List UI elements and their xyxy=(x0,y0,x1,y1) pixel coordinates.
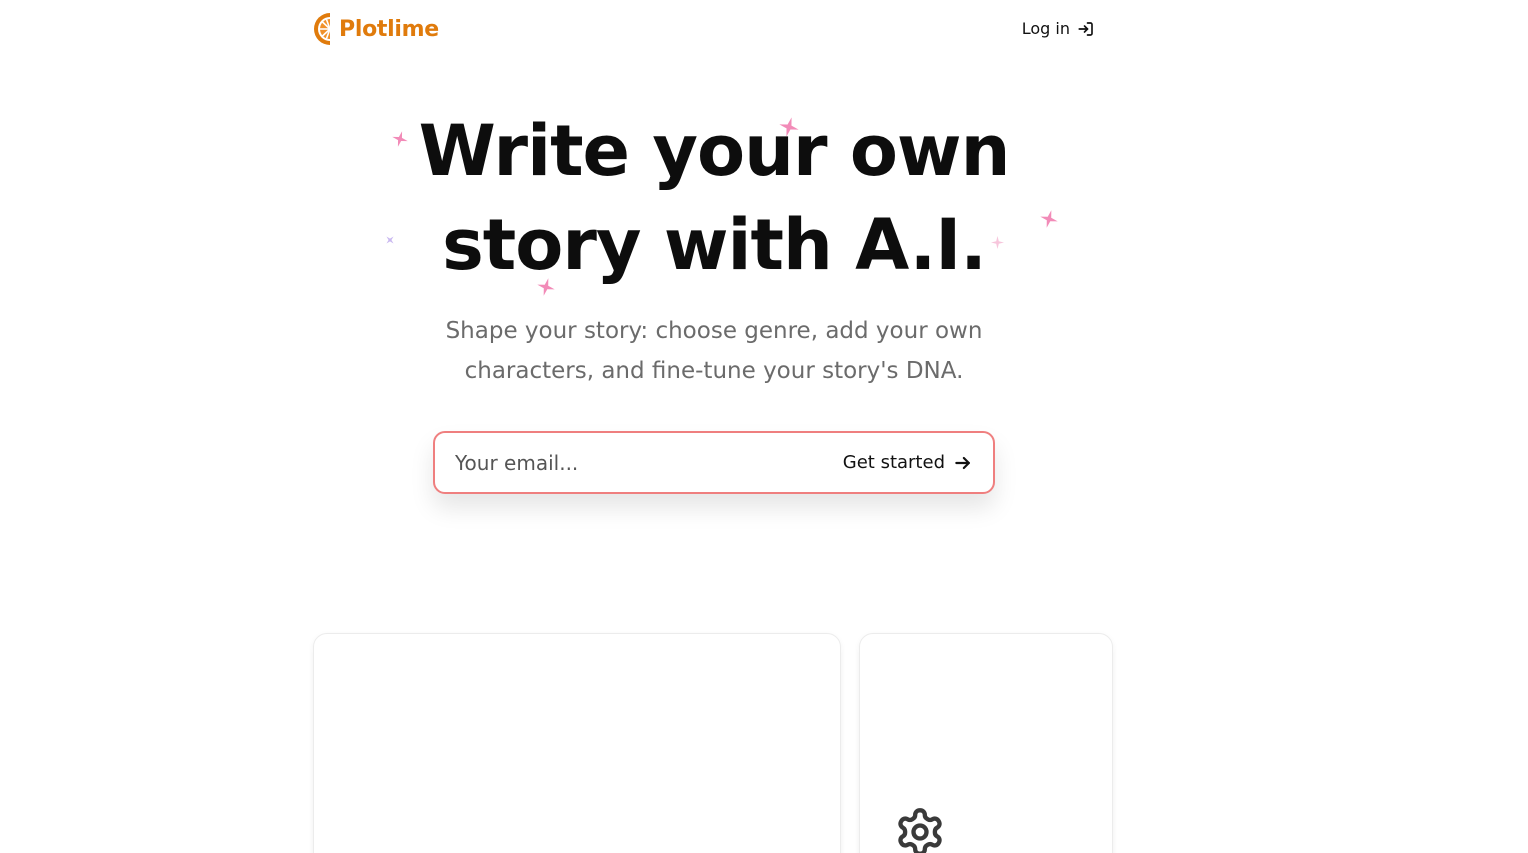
feature-card-2 xyxy=(859,633,1113,853)
orange-slice-icon xyxy=(313,12,333,46)
sparkle-icon xyxy=(779,117,799,137)
email-input[interactable] xyxy=(435,433,833,492)
sparkle-icon xyxy=(386,236,394,244)
hero-subtitle-line-1: Shape your story: choose genre, add your… xyxy=(445,318,983,344)
login-link[interactable]: Log in xyxy=(1022,19,1095,38)
feature-card-1 xyxy=(313,633,841,853)
landing-page: Plotlime Log in Write your own story wit… xyxy=(0,0,1528,853)
hero-subtitle: Shape your story: choose genre, add your… xyxy=(0,311,1428,391)
get-started-button[interactable]: Get started xyxy=(833,433,993,492)
login-label: Log in xyxy=(1021,19,1070,38)
sparkle-icon xyxy=(991,236,1004,249)
get-started-label: Get started xyxy=(842,452,945,473)
email-signup-form: Get started xyxy=(433,431,995,494)
sparkle-icon xyxy=(1040,210,1058,228)
gear-icon xyxy=(894,806,946,853)
hero-title: Write your own story with A.I. xyxy=(0,104,1428,292)
brand-name: Plotlime xyxy=(339,16,439,42)
hero-subtitle-line-2: characters, and fine-tune your story's D… xyxy=(464,358,964,384)
log-in-icon xyxy=(1077,20,1095,38)
arrow-right-icon xyxy=(953,453,973,473)
hero-title-line-2: story with A.I. xyxy=(442,204,987,286)
hero-title-line-1: Write your own xyxy=(418,110,1011,192)
top-nav: Plotlime Log in xyxy=(313,0,1095,60)
sparkle-icon xyxy=(392,131,408,147)
brand-logo-link[interactable]: Plotlime xyxy=(313,12,439,46)
sparkle-icon xyxy=(537,278,555,296)
